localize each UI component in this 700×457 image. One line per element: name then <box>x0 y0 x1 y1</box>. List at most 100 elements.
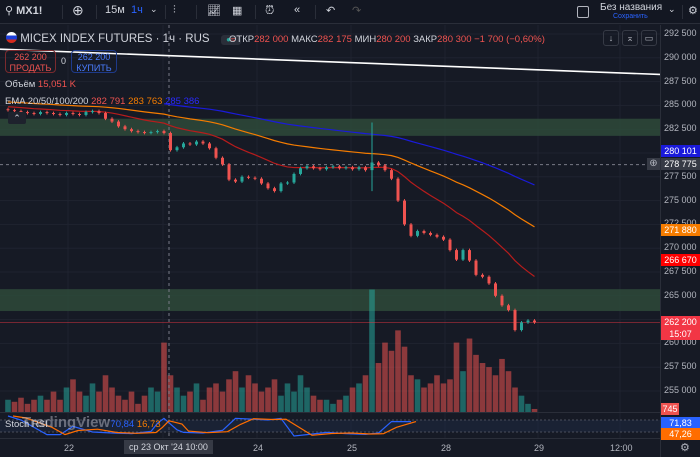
candle-body <box>240 176 244 182</box>
price-tick: 292 500 <box>664 28 697 38</box>
volume-bar <box>83 395 89 412</box>
candle-body <box>351 167 354 170</box>
volume-bar <box>310 395 317 412</box>
buy-label: КУПИТЬ <box>76 63 112 73</box>
candle-body <box>71 113 75 115</box>
volume-bar <box>395 330 401 412</box>
volume-bar <box>187 391 193 412</box>
volume-bar <box>252 383 258 412</box>
candle-body <box>39 112 42 114</box>
price-tick: 277 500 <box>664 170 697 181</box>
candle-body <box>442 236 445 240</box>
volume-bar <box>24 403 31 412</box>
volume-label: Объём <box>5 79 36 90</box>
candle-body <box>91 111 94 113</box>
volume-bar <box>512 387 518 412</box>
maximize-icon[interactable]: ▭ <box>641 30 657 46</box>
ema50-price-label: 271 880 <box>661 224 700 236</box>
volume-bar <box>219 391 226 412</box>
candle-body <box>331 166 335 168</box>
volume-bar <box>525 403 531 412</box>
price-tick: 265 000 <box>664 289 697 300</box>
candle-body <box>156 131 159 133</box>
volume-bar <box>440 383 447 412</box>
candle-body <box>195 141 198 145</box>
price-tick: 270 000 <box>664 242 697 253</box>
volume-bar <box>245 375 252 412</box>
volume-bar <box>50 391 57 412</box>
volume-bar <box>141 395 148 412</box>
volume-bar <box>57 399 63 412</box>
candle-body <box>123 126 127 130</box>
volume-bar <box>349 387 356 412</box>
volume-bar <box>206 387 213 412</box>
buy-button[interactable]: 262 200 КУПИТЬ <box>71 50 117 73</box>
volume-bar <box>518 395 525 412</box>
candle-body <box>520 322 523 331</box>
candle-body <box>507 305 510 311</box>
volume-bar <box>388 350 395 412</box>
candle-body <box>208 143 211 149</box>
volume-bar <box>473 354 479 412</box>
volume-bar <box>317 399 323 412</box>
volume-bar <box>37 395 44 412</box>
candle-body <box>201 141 205 144</box>
volume-bar <box>102 375 109 412</box>
candle-body <box>533 320 536 323</box>
volume-bar <box>330 403 336 412</box>
candle-body <box>58 113 62 115</box>
volume-bar <box>323 399 330 412</box>
candle-body <box>513 310 517 331</box>
add-alert-icon[interactable]: ⊕ <box>647 158 660 170</box>
close-value: 280 300 <box>437 34 472 45</box>
last-price: 262 200 <box>664 317 697 327</box>
volume-bar <box>499 358 505 412</box>
price-tick: 257 500 <box>664 361 697 372</box>
candle-body <box>299 168 302 174</box>
candle-body <box>396 178 400 201</box>
candle-body <box>130 129 133 132</box>
time-tick: 22 <box>64 443 75 453</box>
volume-bar <box>278 395 284 412</box>
candle-body <box>338 166 341 169</box>
candle-body <box>286 182 289 184</box>
price-tick: 267 500 <box>664 266 697 276</box>
volume-bar <box>5 399 11 412</box>
volume-bar <box>258 391 265 412</box>
candle-body <box>117 121 120 127</box>
candle-body <box>188 143 192 145</box>
price-tick: 290 000 <box>664 51 697 62</box>
candle-body <box>318 168 322 170</box>
volume-bar <box>265 387 271 412</box>
volume-bar <box>44 399 50 412</box>
collapse-legend-icon[interactable]: ⌃ <box>8 112 26 124</box>
time-tick: 12:00 <box>610 443 633 453</box>
candle-body <box>403 200 406 225</box>
volume-bar <box>115 395 122 412</box>
volume-bar <box>180 395 187 412</box>
bar-countdown: 15:07 <box>669 329 692 339</box>
volume-bar <box>226 379 232 412</box>
candle-body <box>383 165 387 171</box>
volume-bar <box>284 383 291 412</box>
candle-body <box>370 162 374 171</box>
collapse-icon[interactable]: ⌅ <box>622 30 638 46</box>
arrow-down-icon[interactable]: ↓ <box>603 30 619 46</box>
volume-bar <box>492 375 499 412</box>
volume-bar <box>343 395 349 412</box>
volume-bar <box>148 387 154 412</box>
candle-body <box>260 178 263 184</box>
volume-bar <box>427 383 434 412</box>
ema50-value: 283 763 <box>128 96 163 107</box>
candle-body <box>136 131 140 133</box>
volume-bar <box>356 383 362 412</box>
volume-bar <box>89 383 96 412</box>
volume-bar <box>76 391 83 412</box>
crosshair-price-label: 278 775 <box>661 158 700 170</box>
volume-bar <box>362 375 369 412</box>
price-tick: 275 000 <box>664 194 697 205</box>
candle-body <box>84 112 88 115</box>
sell-button[interactable]: 262 200 ПРОДАТЬ <box>5 50 56 73</box>
settings-icon[interactable]: ⚙ <box>680 441 690 454</box>
price-tick: 255 000 <box>664 385 697 395</box>
